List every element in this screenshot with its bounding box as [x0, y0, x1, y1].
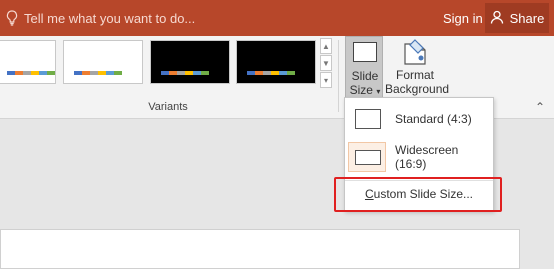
gallery-scroll-up[interactable]: ▲ — [320, 38, 332, 54]
collapse-ribbon-icon[interactable]: ⌃ — [535, 100, 545, 114]
color-swatch — [74, 71, 82, 75]
color-swatch — [185, 71, 193, 75]
color-swatch — [98, 71, 106, 75]
gallery-more-button[interactable]: ▾ — [320, 72, 332, 88]
highlight-box — [334, 177, 502, 212]
color-swatch — [39, 71, 47, 75]
widescreen-ratio-icon — [355, 150, 381, 165]
format-background-label-1: Format — [395, 68, 434, 82]
color-swatch — [201, 71, 209, 75]
color-swatch — [7, 71, 15, 75]
slide-canvas[interactable] — [0, 229, 520, 269]
color-swatch — [23, 71, 31, 75]
slide-size-label-1: Slide — [351, 69, 379, 83]
color-swatch — [263, 71, 271, 75]
format-background-icon — [401, 38, 429, 71]
color-swatch — [255, 71, 263, 75]
format-background-label-2: Background — [385, 82, 450, 96]
format-background-button[interactable]: Format Background — [385, 36, 450, 98]
variant-thumbnail-4[interactable] — [236, 40, 316, 84]
color-swatch — [279, 71, 287, 75]
color-swatch — [271, 71, 279, 75]
color-swatch — [161, 71, 169, 75]
color-swatch — [47, 71, 55, 75]
color-swatch — [114, 71, 122, 75]
color-swatch — [82, 71, 90, 75]
menu-item-standard[interactable]: Standard (4:3) — [345, 100, 493, 138]
color-swatch — [106, 71, 114, 75]
share-button[interactable]: Share — [485, 3, 549, 33]
color-swatch — [177, 71, 185, 75]
variant-thumbnail-1[interactable] — [0, 40, 56, 84]
color-swatch — [287, 71, 295, 75]
variant-thumbnail-3[interactable] — [150, 40, 230, 84]
standard-ratio-icon — [355, 109, 381, 129]
menu-item-widescreen[interactable]: Widescreen (16:9) — [345, 138, 493, 176]
tell-me-placeholder: Tell me what you want to do... — [24, 10, 196, 26]
tell-me-search[interactable]: Tell me what you want to do... — [6, 0, 195, 36]
title-bar: Tell me what you want to do... Sign in S… — [0, 0, 554, 36]
slide-size-button[interactable]: Slide Size ▾ — [345, 36, 383, 98]
variant-thumbnail-2[interactable] — [63, 40, 143, 84]
slide-size-label-2: Size ▾ — [349, 83, 381, 97]
person-icon — [490, 10, 504, 27]
lightbulb-icon — [6, 10, 18, 26]
color-swatch — [247, 71, 255, 75]
gallery-scroll-down[interactable]: ▼ — [320, 55, 332, 71]
sign-in-link[interactable]: Sign in — [443, 0, 483, 36]
slide-size-icon — [353, 42, 377, 62]
color-swatch — [169, 71, 177, 75]
color-swatch — [193, 71, 201, 75]
share-label: Share — [509, 10, 545, 26]
variants-group-label: Variants — [148, 101, 188, 113]
group-separator — [338, 40, 339, 112]
standard-label: Standard (4:3) — [395, 112, 472, 126]
color-swatch — [90, 71, 98, 75]
color-swatch — [15, 71, 23, 75]
color-swatch — [31, 71, 39, 75]
variants-gallery: ▲ ▼ ▾ — [0, 36, 336, 94]
widescreen-label: Widescreen (16:9) — [395, 143, 459, 171]
